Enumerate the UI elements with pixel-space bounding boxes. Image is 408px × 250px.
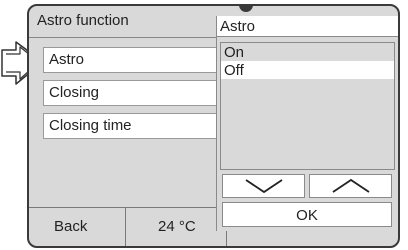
- menu-item-closing-time[interactable]: Closing time: [43, 113, 226, 139]
- scroll-down-button[interactable]: [222, 174, 305, 198]
- back-button[interactable]: Back: [29, 208, 126, 246]
- option-list: On Off: [220, 42, 395, 170]
- menu-item-closing[interactable]: Closing: [43, 80, 226, 106]
- popup-title: Astro: [217, 16, 398, 37]
- menu-item-label: Astro: [49, 51, 85, 68]
- ok-button[interactable]: OK: [222, 202, 392, 227]
- camera-icon: [239, 6, 253, 12]
- menu-item-astro[interactable]: Astro: [43, 47, 265, 73]
- scroll-up-button[interactable]: [309, 174, 392, 198]
- menu-item-label: Closing: [49, 84, 100, 101]
- temperature-readout: 24 °C: [158, 218, 196, 235]
- menu-item-label: Closing time: [49, 117, 132, 134]
- device-display: Astro function Astro Closing Closing tim…: [27, 4, 400, 248]
- astro-popup: Astro On Off OK: [216, 16, 398, 231]
- option-off[interactable]: Off: [221, 61, 394, 79]
- chevron-down-icon: [245, 179, 282, 194]
- page-title: Astro function: [37, 12, 129, 29]
- chevron-up-icon: [332, 178, 369, 193]
- option-on[interactable]: On: [221, 43, 394, 61]
